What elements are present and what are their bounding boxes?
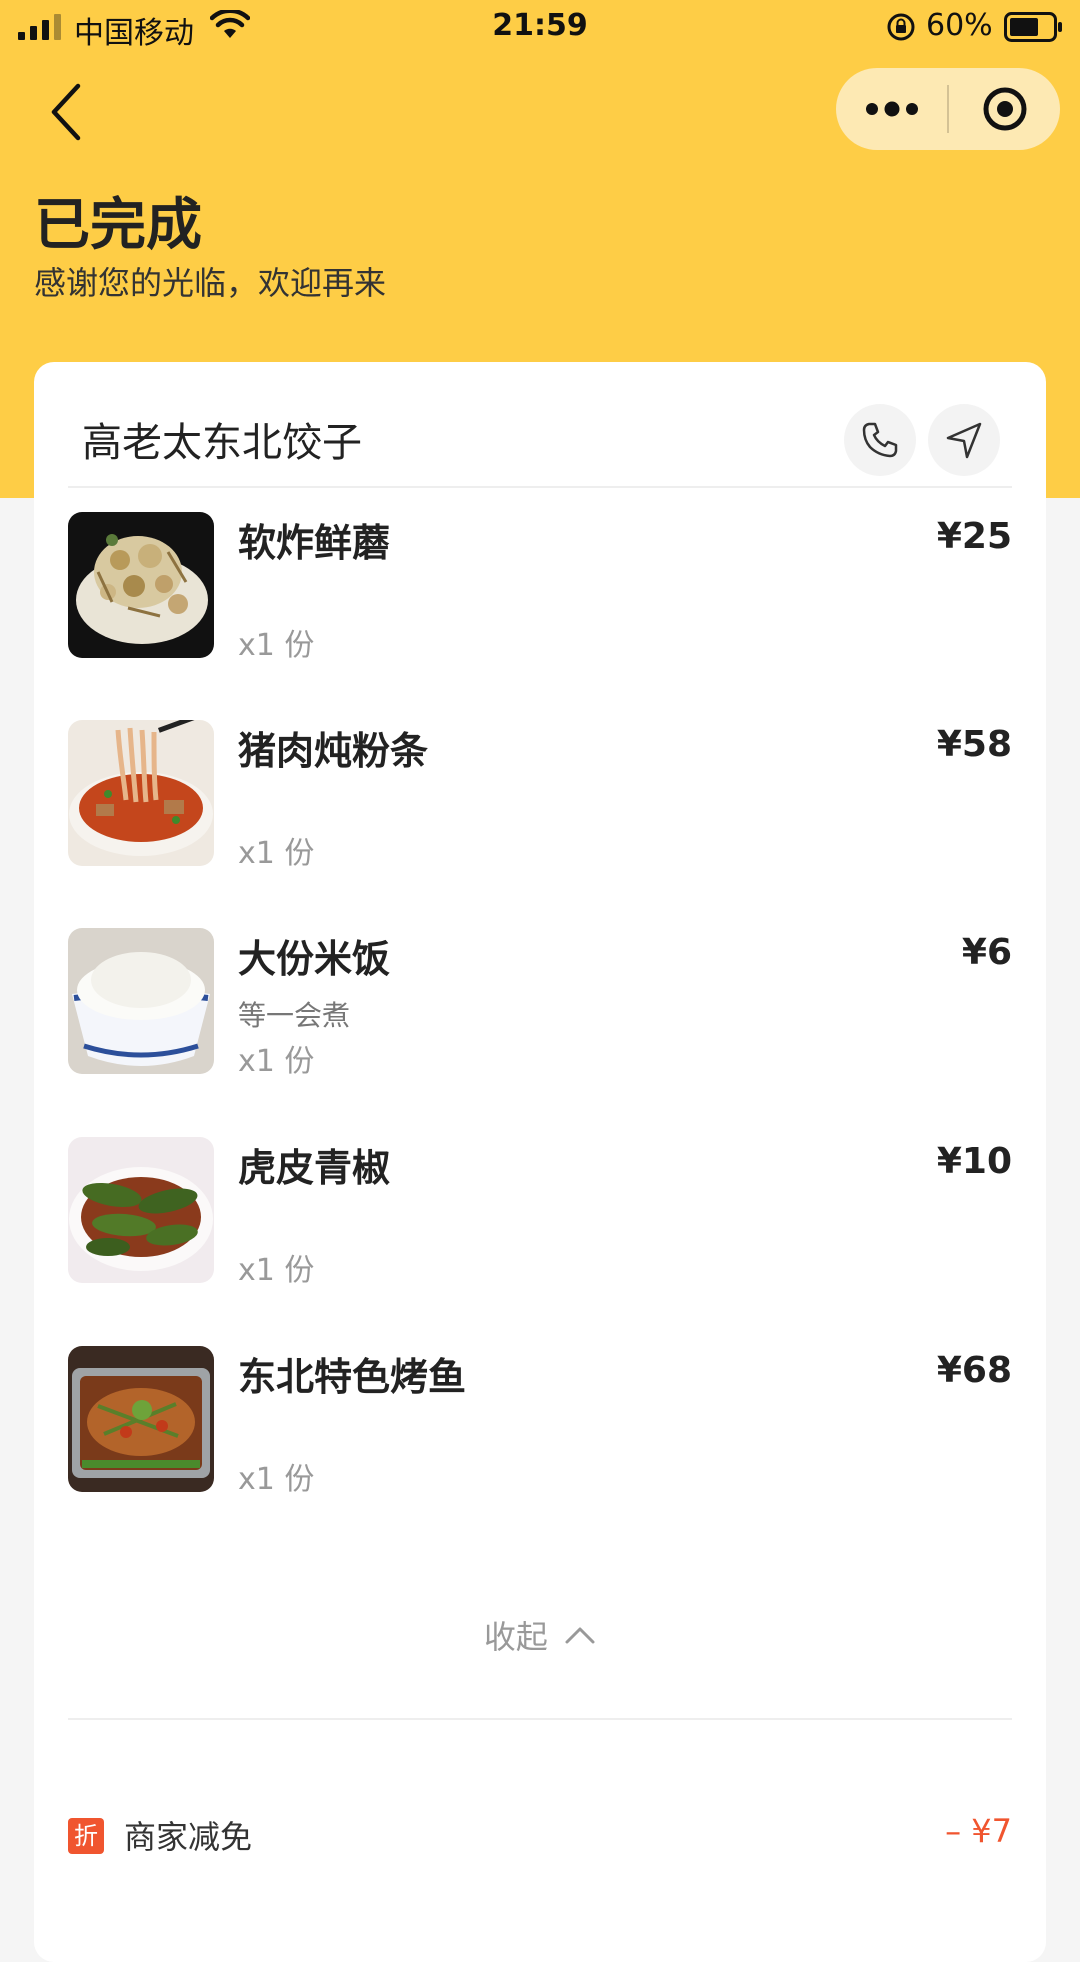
- item-qty: x1 份: [238, 836, 315, 871]
- discount-label: 商家减免: [124, 1818, 253, 1856]
- item-name: 虎皮青椒: [238, 1146, 391, 1190]
- order-item: 东北特色烤鱼 x1 份 ¥68: [68, 1346, 1012, 1497]
- status-bar: 中国移动 21:59 60%: [0, 0, 1080, 56]
- page-title: 已完成: [34, 193, 202, 258]
- collapse-button[interactable]: 收起: [34, 1612, 1046, 1658]
- close-miniprogram-button[interactable]: [949, 68, 1060, 150]
- back-arrow-icon: [51, 83, 81, 141]
- chevron-up-icon: [565, 1627, 595, 1644]
- item-price: ¥25: [936, 516, 1012, 557]
- clock-time: 21:59: [492, 8, 588, 43]
- page-subtitle: 感谢您的光临，欢迎再来: [34, 264, 387, 302]
- navigate-icon: [946, 422, 982, 459]
- card-divider: [68, 486, 1012, 488]
- card-divider: [68, 1718, 1012, 1720]
- item-qty: x1 份: [238, 1253, 315, 1288]
- order-item: 软炸鲜蘑 x1 份 ¥25: [68, 512, 1012, 663]
- order-card: 高老太东北饺子 软炸鲜蘑 x1 份 ¥25 猪肉炖粉条 x1 份 ¥58 大份米…: [34, 362, 1046, 1962]
- battery-percent: 60%: [926, 8, 993, 43]
- discount-badge: 折: [68, 1818, 104, 1854]
- more-dots-icon: [865, 101, 918, 117]
- back-button[interactable]: [34, 76, 98, 148]
- more-button[interactable]: [836, 68, 947, 150]
- miniprogram-capsule: [836, 68, 1060, 150]
- dish-image: [68, 512, 214, 658]
- rotation-lock-icon: [887, 13, 915, 41]
- item-name: 软炸鲜蘑: [238, 521, 391, 565]
- item-name: 猪肉炖粉条: [238, 729, 429, 773]
- shop-name[interactable]: 高老太东北饺子: [82, 410, 362, 468]
- item-price: ¥6: [961, 932, 1012, 973]
- item-qty: x1 份: [238, 1044, 315, 1079]
- item-name: 大份米饭: [238, 937, 391, 981]
- item-qty: x1 份: [238, 628, 315, 663]
- phone-icon: [862, 422, 898, 458]
- dish-image: [68, 720, 214, 866]
- order-item: 大份米饭 等一会煮 x1 份 ¥6: [68, 928, 1012, 1079]
- discount-row: 折 商家减免 – ¥7: [68, 1810, 1012, 1866]
- navigate-button[interactable]: [928, 404, 1000, 476]
- discount-amount: – ¥7: [945, 1812, 1012, 1850]
- collapse-label: 收起: [483, 1618, 548, 1656]
- item-qty: x1 份: [238, 1462, 315, 1497]
- order-item: 猪肉炖粉条 x1 份 ¥58: [68, 720, 1012, 871]
- battery-icon: [1004, 12, 1062, 42]
- call-shop-button[interactable]: [844, 404, 916, 476]
- item-price: ¥58: [936, 724, 1012, 765]
- dish-image: [68, 928, 214, 1074]
- dish-image: [68, 1346, 214, 1492]
- item-note: 等一会煮: [238, 999, 351, 1032]
- dish-image: [68, 1137, 214, 1283]
- item-name: 东北特色烤鱼: [238, 1355, 467, 1399]
- item-price: ¥10: [936, 1141, 1012, 1182]
- item-price: ¥68: [936, 1350, 1012, 1391]
- close-target-icon: [983, 87, 1026, 131]
- order-item: 虎皮青椒 x1 份 ¥10: [68, 1137, 1012, 1288]
